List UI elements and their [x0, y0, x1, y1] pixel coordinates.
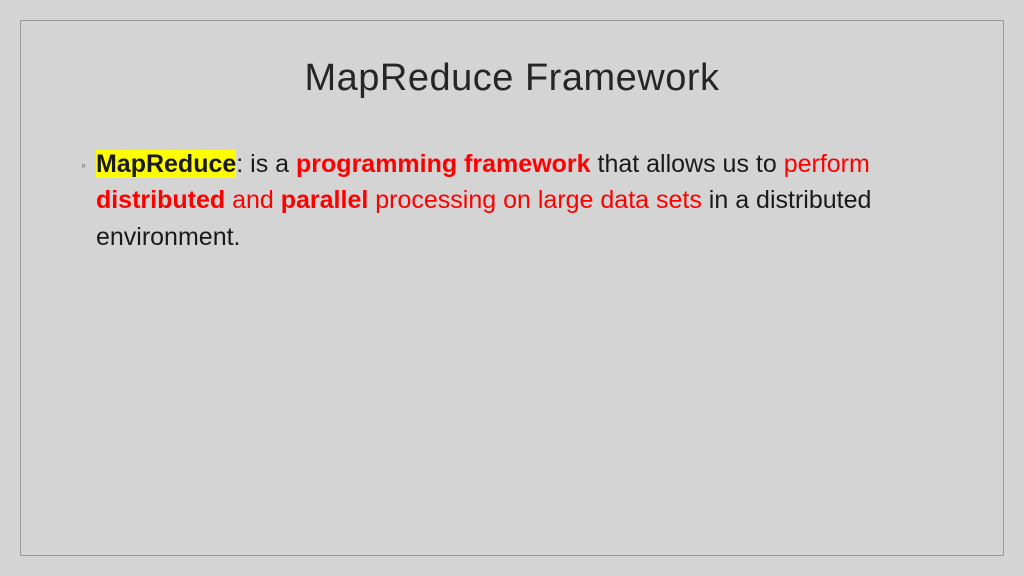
emphasis-red: processing on large data sets — [368, 186, 702, 214]
emphasis-red: and — [225, 186, 281, 214]
body-paragraph: MapReduce: is a programming framework th… — [96, 146, 951, 255]
term-highlight: MapReduce — [96, 150, 236, 178]
text-seg: : is a — [236, 150, 296, 178]
emphasis-red: perform — [784, 150, 870, 178]
bullet-marker-icon: ◦ — [81, 146, 86, 184]
text-seg: that allows us to — [591, 150, 784, 178]
emphasis-red-bold: programming framework — [296, 150, 591, 178]
slide-frame: MapReduce Framework ◦ MapReduce: is a pr… — [20, 20, 1004, 556]
slide-title: MapReduce Framework — [73, 57, 951, 100]
bullet-item: ◦ MapReduce: is a programming framework … — [73, 146, 951, 255]
emphasis-red-bold: parallel — [281, 186, 369, 214]
emphasis-red-bold: distributed — [96, 186, 225, 214]
